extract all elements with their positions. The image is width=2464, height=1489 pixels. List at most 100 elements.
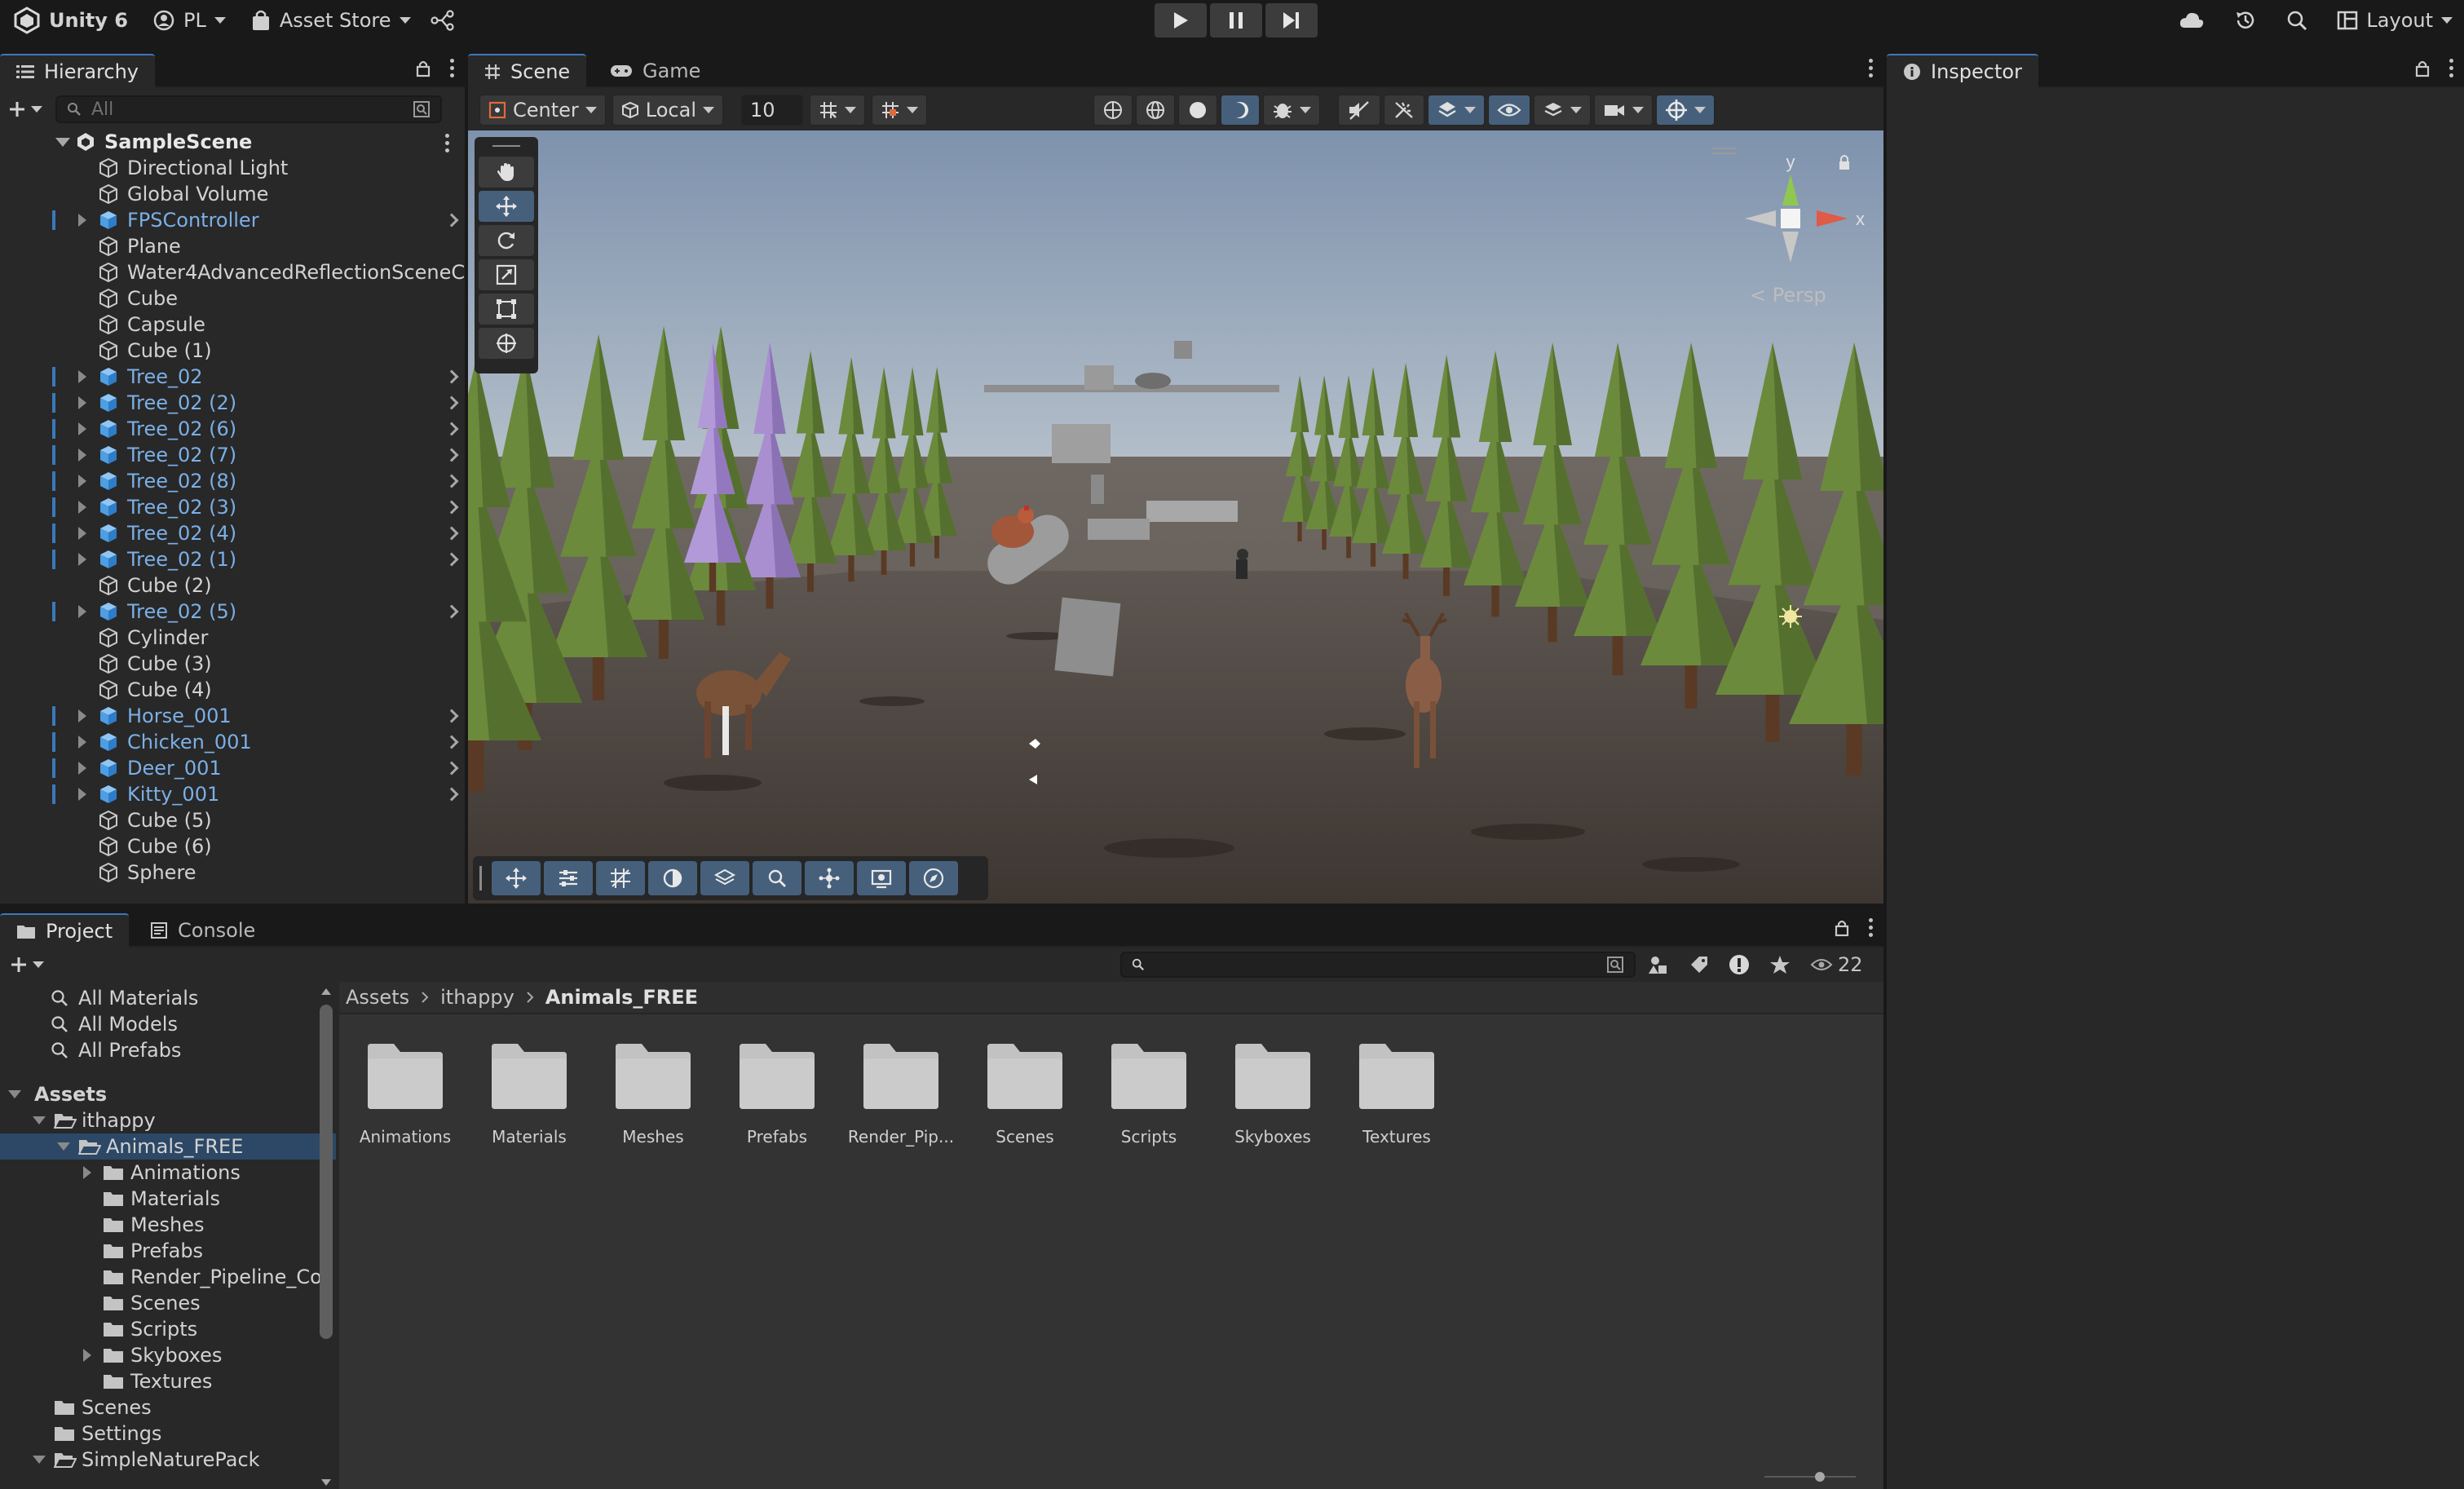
layout-dropdown[interactable]: Layout <box>2337 0 2453 41</box>
overlay-camera-button[interactable] <box>857 861 906 895</box>
hierarchy-item[interactable]: Deer_001 <box>0 755 465 781</box>
hierarchy-item[interactable]: Tree_02 (6) <box>0 416 465 442</box>
scene-viewport[interactable]: y x < Persp <box>468 130 1883 904</box>
chevron-right-icon[interactable] <box>444 761 459 775</box>
debug-mode-dropdown[interactable] <box>1262 95 1320 126</box>
cloud-icon[interactable] <box>2179 11 2205 29</box>
chevron-right-icon[interactable] <box>444 604 459 619</box>
tab-console[interactable]: Console <box>134 913 272 948</box>
hierarchy-item[interactable]: FPSController <box>0 207 465 233</box>
hierarchy-item[interactable]: Plane <box>0 233 465 259</box>
hierarchy-item[interactable]: Water4AdvancedReflectionSceneCa <box>0 259 465 285</box>
play-button[interactable] <box>1155 3 1207 38</box>
history-icon[interactable] <box>2234 9 2257 32</box>
transform-tool-button[interactable] <box>479 328 534 359</box>
folder-tree-item[interactable]: ithappy <box>0 1107 336 1133</box>
rotate-tool-button[interactable] <box>479 225 534 256</box>
hierarchy-item[interactable]: Tree_02 (1) <box>0 546 465 572</box>
folder-tree-item[interactable]: Assets <box>0 1081 336 1107</box>
overlay-layers-button[interactable] <box>700 861 749 895</box>
account-dropdown[interactable]: PL <box>143 0 236 41</box>
expand-arrow-icon[interactable] <box>78 527 86 540</box>
camera-settings-dropdown[interactable] <box>1593 95 1653 126</box>
expand-arrow-icon[interactable] <box>33 1456 46 1464</box>
expand-arrow-icon[interactable] <box>78 214 86 227</box>
lock-icon[interactable] <box>2415 60 2430 77</box>
chevron-right-icon[interactable] <box>444 422 459 436</box>
folder-tile[interactable]: Textures <box>1355 1041 1438 1147</box>
expand-arrow-icon[interactable] <box>78 553 86 566</box>
overlay-search-button[interactable] <box>753 861 801 895</box>
folder-tile[interactable]: Animations <box>360 1041 451 1147</box>
more-icon[interactable] <box>2448 59 2454 77</box>
scroll-down-icon[interactable] <box>321 1479 331 1486</box>
hierarchy-item[interactable]: Cube (3) <box>0 651 465 677</box>
favorite-item[interactable]: All Materials <box>0 985 336 1011</box>
rect-tool-button[interactable] <box>479 294 534 325</box>
folder-tile[interactable]: Prefabs <box>735 1041 819 1147</box>
unity-menu[interactable]: Unity 6 <box>0 0 138 41</box>
expand-arrow-icon[interactable] <box>78 422 86 435</box>
lock-icon[interactable] <box>416 60 431 77</box>
hierarchy-item[interactable]: Tree_02 (2) <box>0 390 465 416</box>
chevron-right-icon[interactable] <box>444 474 459 488</box>
folder-tree-item[interactable]: Scenes <box>0 1290 336 1316</box>
move-tool-button[interactable] <box>479 191 534 222</box>
expand-arrow-icon[interactable] <box>78 475 86 488</box>
tree-scrollbar[interactable] <box>318 988 334 1486</box>
hierarchy-item[interactable]: Cube <box>0 285 465 311</box>
expand-arrow-icon[interactable] <box>78 788 86 801</box>
expand-arrow-icon[interactable] <box>8 1090 21 1098</box>
favorite-star-icon[interactable] <box>1769 954 1791 975</box>
search-options-icon[interactable] <box>413 100 431 118</box>
hierarchy-item[interactable]: Cube (4) <box>0 677 465 703</box>
space-dropdown[interactable]: Local <box>612 95 723 126</box>
folder-tree-item[interactable]: Animations <box>0 1160 336 1186</box>
hierarchy-item[interactable]: Tree_02 (4) <box>0 520 465 546</box>
hierarchy-item[interactable]: Tree_02 (5) <box>0 599 465 625</box>
folder-tile[interactable]: Materials <box>488 1041 571 1147</box>
overlay-sliders-button[interactable] <box>544 861 593 895</box>
expand-arrow-icon[interactable] <box>78 501 86 514</box>
search-by-type-icon[interactable] <box>1649 954 1670 975</box>
expand-arrow-icon[interactable] <box>78 370 86 383</box>
expand-arrow-icon[interactable] <box>78 709 86 722</box>
folder-tree-item[interactable]: Animals_FREE <box>0 1133 336 1160</box>
folder-tree-item[interactable]: Settings <box>0 1421 336 1447</box>
expand-arrow-icon[interactable] <box>83 1349 91 1362</box>
expand-arrow-icon[interactable] <box>78 396 86 409</box>
favorite-item[interactable]: All Prefabs <box>0 1037 336 1063</box>
toggle-fx-button[interactable] <box>1383 95 1424 126</box>
expand-arrow-icon[interactable] <box>78 736 86 749</box>
folder-tile[interactable]: Meshes <box>612 1041 695 1147</box>
folder-tree-item[interactable]: Meshes <box>0 1212 336 1238</box>
persp-label[interactable]: < Persp <box>1750 284 1826 307</box>
draw-mode-lit-button[interactable] <box>1220 95 1260 126</box>
draw-mode-shaded-wire-button[interactable] <box>1093 95 1133 126</box>
chevron-right-icon[interactable] <box>444 395 459 410</box>
overlay-compass-button[interactable] <box>909 861 958 895</box>
chevron-right-icon[interactable] <box>444 369 459 384</box>
scene-more-icon[interactable] <box>444 134 450 152</box>
more-icon[interactable] <box>1867 59 1874 77</box>
overlay-grid-button[interactable] <box>596 861 645 895</box>
folder-tile[interactable]: Render_Pip... <box>848 1041 954 1147</box>
favorite-item[interactable]: All Models <box>0 1011 336 1037</box>
hierarchy-item[interactable]: Tree_02 (8) <box>0 468 465 494</box>
layers-dropdown[interactable] <box>1533 95 1591 126</box>
hierarchy-item[interactable]: Cube (2) <box>0 572 465 599</box>
breadcrumb-item[interactable]: Animals_FREE <box>545 986 698 1009</box>
hierarchy-item[interactable]: Global Volume <box>0 181 465 207</box>
hierarchy-item[interactable]: Cylinder <box>0 625 465 651</box>
chevron-right-icon[interactable] <box>444 735 459 749</box>
overlay-handle[interactable] <box>492 145 520 147</box>
tab-scene[interactable]: Scene <box>468 54 587 88</box>
breadcrumb-item[interactable]: ithappy <box>440 986 514 1009</box>
hierarchy-item[interactable]: Tree_02 (3) <box>0 494 465 520</box>
tab-project[interactable]: Project <box>0 913 130 948</box>
version-control-button[interactable] <box>421 0 465 41</box>
step-button[interactable] <box>1265 3 1318 38</box>
folder-tree-item[interactable]: Prefabs <box>0 1238 336 1264</box>
expand-arrow-icon[interactable] <box>55 137 70 147</box>
draw-mode-wire-button[interactable] <box>1135 95 1175 126</box>
